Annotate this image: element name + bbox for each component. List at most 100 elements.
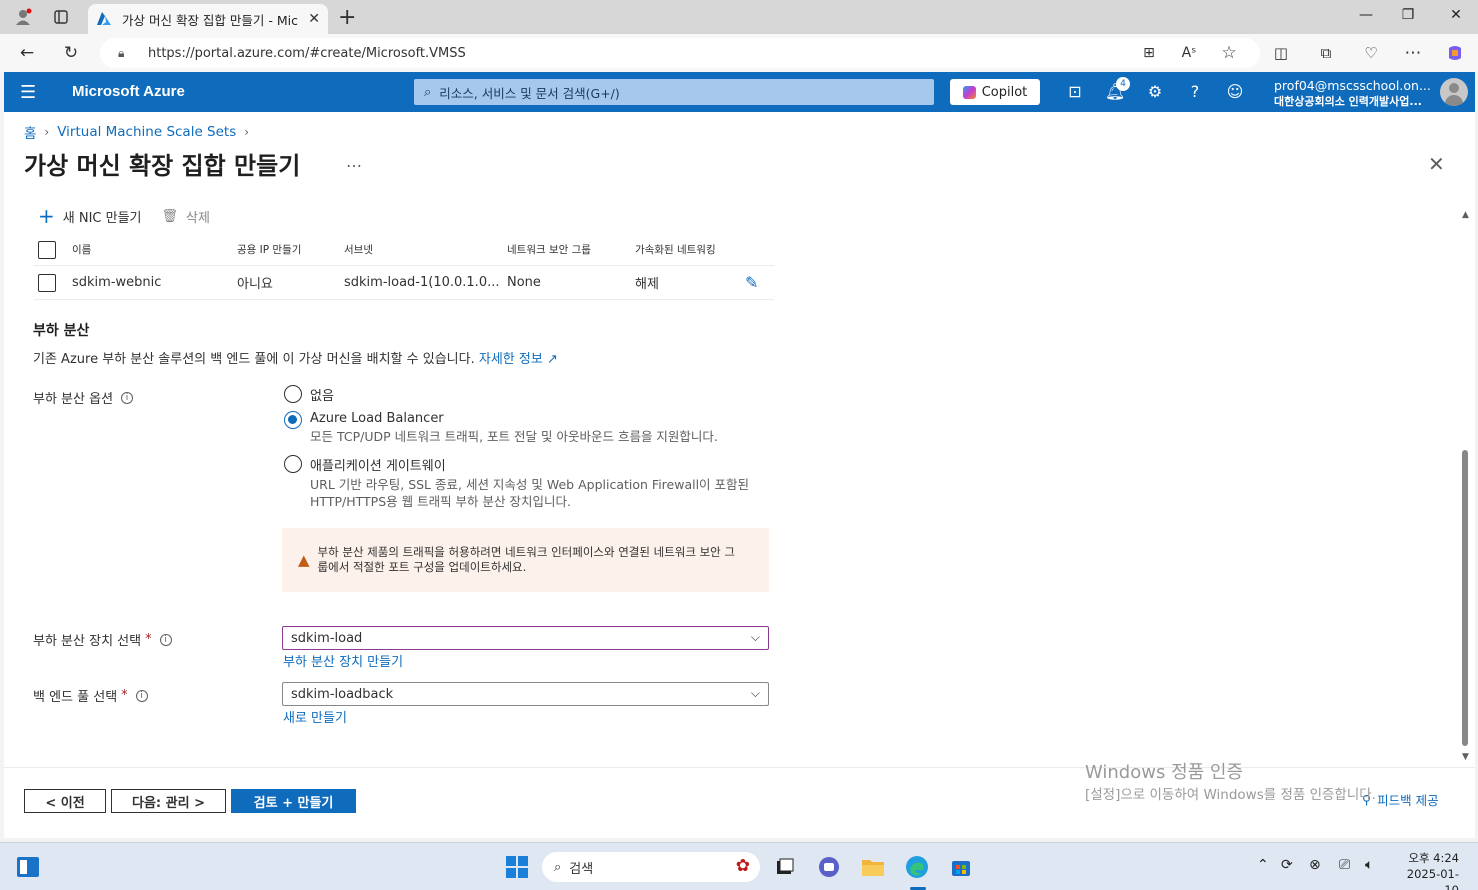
plus-icon: + bbox=[38, 204, 55, 228]
copilot-button[interactable]: Copilot bbox=[950, 79, 1040, 105]
favorite-star-icon[interactable]: ☆ bbox=[1218, 42, 1240, 64]
teams-chat-icon[interactable] bbox=[816, 854, 842, 880]
back-icon[interactable]: ← bbox=[16, 42, 38, 64]
select-all-checkbox[interactable] bbox=[38, 240, 56, 259]
scrollbar-thumb[interactable] bbox=[1462, 450, 1468, 746]
learn-more-link[interactable]: 자세한 정보 ↗ bbox=[479, 352, 558, 367]
global-search-input[interactable]: ⌕ 리소스, 서비스 및 문서 검색(G+/) bbox=[414, 79, 934, 105]
breadcrumb-vmss[interactable]: Virtual Machine Scale Sets bbox=[57, 124, 236, 140]
info-icon[interactable]: i bbox=[159, 633, 172, 646]
table-header-row: 이름 공용 IP 만들기 서브넷 네트워크 보안 그룹 가속화된 네트워킹 bbox=[34, 234, 774, 266]
edit-pencil-icon[interactable]: ✎ bbox=[745, 273, 758, 292]
new-tab-icon[interactable]: + bbox=[338, 5, 356, 30]
browser-essentials-icon[interactable]: ♡ bbox=[1360, 42, 1382, 64]
feedback-header-icon[interactable]: ☺ bbox=[1224, 82, 1246, 104]
close-window-icon[interactable]: ✕ bbox=[1446, 7, 1466, 23]
settings-gear-icon[interactable]: ⚙ bbox=[1144, 82, 1166, 104]
table-row: sdkim-webnic 아니요 sdkim-load-1(10.0.1.0..… bbox=[34, 266, 774, 300]
volume-icon[interactable]: 🔈︎ bbox=[1365, 857, 1373, 873]
avatar[interactable] bbox=[1440, 78, 1468, 106]
info-icon[interactable]: i bbox=[135, 689, 148, 702]
page-title: 가상 머신 확장 집합 만들기 bbox=[24, 152, 301, 180]
clock-date: 2025-01-10 bbox=[1406, 867, 1459, 890]
address-bar[interactable]: 🔒︎ https://portal.azure.com/#create/Micr… bbox=[100, 38, 1260, 68]
previous-button[interactable]: < 이전 bbox=[24, 789, 106, 813]
search-placeholder: 리소스, 서비스 및 문서 검색(G+/) bbox=[439, 85, 620, 101]
read-aloud-icon[interactable]: Aˢ bbox=[1178, 42, 1200, 64]
col-header-subnet: 서브넷 bbox=[344, 244, 373, 256]
copilot-sidebar-icon[interactable] bbox=[1444, 42, 1466, 64]
create-lb-link[interactable]: 부하 분산 장치 만들기 bbox=[283, 651, 403, 670]
split-screen-icon[interactable]: ◫ bbox=[1270, 42, 1292, 64]
info-icon[interactable]: i bbox=[121, 391, 134, 404]
scrollbar[interactable]: ▲ ▼ bbox=[1460, 210, 1472, 765]
next-management-button[interactable]: 다음: 관리 > bbox=[111, 789, 226, 813]
close-blade-icon[interactable]: ✕ bbox=[1428, 152, 1445, 176]
account-info[interactable]: prof04@mscsschool.on... 대한상공회의소 인력개발사업..… bbox=[1274, 78, 1431, 109]
activation-watermark-text: [설정]으로 이동하여 Windows를 정품 인증합니다. bbox=[1085, 787, 1376, 803]
taskbar-search[interactable]: ⌕ 검색 ✿ bbox=[542, 852, 760, 882]
radio-option-azure-lb[interactable]: Azure Load Balancer 모든 TCP/UDP 네트워크 트래픽,… bbox=[284, 411, 718, 445]
pool-select-label-text: 백 엔드 풀 선택 bbox=[33, 690, 118, 705]
app-available-icon[interactable]: ⊞ bbox=[1138, 42, 1160, 64]
browser-tab-active[interactable]: 가상 머신 확장 집합 만들기 - Mic ✕ bbox=[88, 4, 328, 34]
create-vmss-blade: 홈 › Virtual Machine Scale Sets › 가상 머신 확… bbox=[4, 112, 1475, 838]
row-checkbox[interactable] bbox=[38, 273, 56, 292]
col-header-public-ip: 공용 IP 만들기 bbox=[237, 244, 302, 256]
nic-subnet: sdkim-load-1(10.0.1.0... bbox=[344, 275, 500, 290]
more-options-icon[interactable]: … bbox=[346, 152, 362, 171]
radio-circle-selected[interactable] bbox=[284, 411, 302, 429]
nic-name: sdkim-webnic bbox=[72, 275, 162, 290]
scroll-up-icon[interactable]: ▲ bbox=[1462, 210, 1469, 220]
poinsettia-icon: ✿ bbox=[735, 856, 750, 876]
collections-icon[interactable]: ⧉ bbox=[1315, 42, 1337, 64]
radio-sublabel: URL 기반 라우팅, SSL 종료, 세션 지속성 및 Web Applica… bbox=[310, 477, 750, 509]
network-icon[interactable]: ⎚ bbox=[1339, 857, 1350, 873]
radio-circle[interactable] bbox=[284, 385, 302, 403]
taskbar-clock[interactable]: 오후 4:24 2025-01-10 bbox=[1395, 850, 1459, 890]
store-icon[interactable] bbox=[948, 854, 974, 880]
more-menu-icon[interactable]: ⋯ bbox=[1402, 42, 1424, 64]
lock-icon: 🔒︎ bbox=[118, 45, 125, 60]
chevron-right-icon: › bbox=[244, 125, 250, 139]
new-nic-label: 새 NIC 만들기 bbox=[62, 210, 142, 226]
learn-more-label: 자세한 정보 bbox=[478, 352, 543, 367]
breadcrumb-home[interactable]: 홈 bbox=[24, 122, 36, 142]
start-windows-icon[interactable] bbox=[504, 854, 530, 880]
radio-label: Azure Load Balancer bbox=[310, 411, 444, 426]
task-view-icon[interactable] bbox=[772, 854, 798, 880]
refresh-icon[interactable]: ↻ bbox=[60, 42, 82, 64]
review-create-button[interactable]: 검토 + 만들기 bbox=[231, 789, 356, 813]
cloud-shell-icon[interactable]: ⊡ bbox=[1064, 82, 1086, 104]
azure-brand[interactable]: Microsoft Azure bbox=[72, 83, 185, 100]
radio-circle[interactable] bbox=[284, 455, 302, 473]
minimize-icon[interactable]: — bbox=[1356, 7, 1376, 23]
url-text: https://portal.azure.com/#create/Microso… bbox=[148, 45, 466, 61]
radio-option-none[interactable]: 없음 bbox=[284, 385, 334, 404]
tray-overflow-icon[interactable]: ⌃ bbox=[1257, 857, 1269, 873]
tab-actions-icon[interactable] bbox=[50, 6, 72, 28]
windows-taskbar: ⌕ 검색 ✿ ⌃ ⟳ ⊗ ⎚ 🔈︎ 오후 4:24 2025-01-10 bbox=[0, 842, 1478, 890]
file-explorer-icon[interactable] bbox=[860, 854, 886, 880]
widgets-icon[interactable] bbox=[15, 854, 41, 880]
delete-nic-button[interactable]: 🗑︎ 삭제 bbox=[162, 207, 210, 226]
lb-select-dropdown[interactable]: sdkim-load ⌵ bbox=[282, 626, 769, 650]
close-tab-icon[interactable]: ✕ bbox=[308, 11, 320, 27]
tray-app-icon[interactable]: ⊗ bbox=[1309, 857, 1321, 873]
trash-icon: 🗑︎ bbox=[161, 208, 179, 224]
clock-time: 오후 4:24 bbox=[1408, 851, 1459, 865]
new-nic-button[interactable]: + 새 NIC 만들기 bbox=[38, 204, 142, 228]
warning-banner: ▲ 부하 분산 제품의 트래픽을 허용하려면 네트워크 인터페이스와 연결된 네… bbox=[282, 528, 769, 592]
pool-select-dropdown[interactable]: sdkim-loadback ⌵ bbox=[282, 682, 769, 706]
help-icon[interactable]: ? bbox=[1184, 82, 1206, 104]
scroll-down-icon[interactable]: ▼ bbox=[1462, 752, 1469, 762]
profile-icon[interactable] bbox=[12, 6, 34, 28]
edge-browser-icon[interactable] bbox=[904, 854, 930, 880]
create-pool-link[interactable]: 새로 만들기 bbox=[283, 707, 347, 726]
lb-option-label-text: 부하 분산 옵션 bbox=[33, 392, 114, 407]
portal-menu-icon[interactable]: ☰ bbox=[20, 82, 36, 103]
restore-icon[interactable]: ❐ bbox=[1398, 7, 1418, 23]
sync-icon[interactable]: ⟳ bbox=[1281, 857, 1293, 873]
radio-option-app-gateway[interactable]: 애플리케이션 게이트웨이 URL 기반 라우팅, SSL 종료, 세션 지속성 … bbox=[284, 455, 772, 510]
nic-public-ip: 아니요 bbox=[237, 277, 273, 292]
